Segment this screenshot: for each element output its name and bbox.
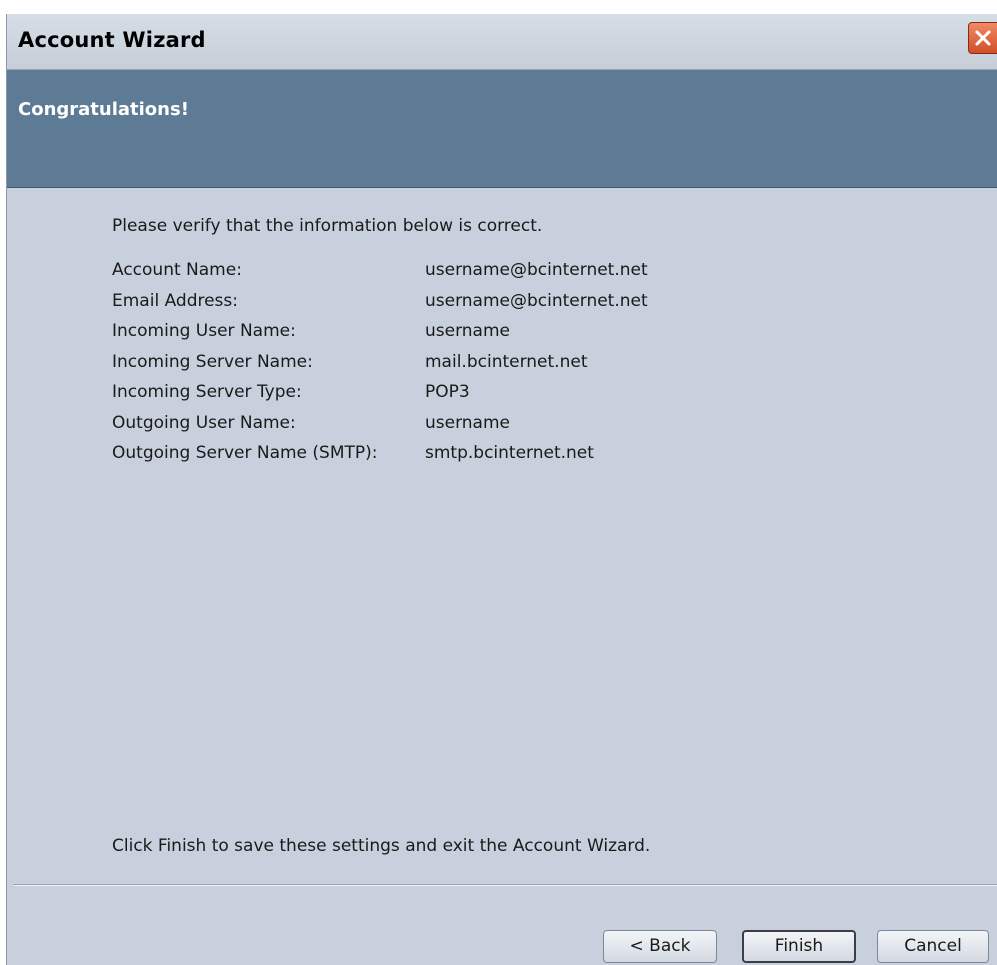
separator-line (14, 884, 997, 886)
close-button[interactable] (968, 22, 997, 54)
account-wizard-window: Account Wizard Congratulations! Please v… (6, 14, 997, 965)
wizard-banner: Congratulations! (7, 70, 997, 188)
title-bar[interactable]: Account Wizard (7, 14, 997, 70)
summary-value: username@bcinternet.net (425, 260, 648, 280)
window-title: Account Wizard (18, 28, 206, 52)
summary-label: Account Name: (112, 260, 242, 280)
summary-value: POP3 (425, 382, 470, 402)
outro-text: Click Finish to save these settings and … (112, 836, 651, 856)
cancel-button[interactable]: Cancel (877, 930, 989, 963)
summary-value: username (425, 412, 510, 433)
banner-title: Congratulations! (18, 99, 189, 120)
summary-value: mail.bcinternet.net (425, 351, 588, 372)
summary-label: Outgoing User Name: (112, 412, 296, 433)
summary-label: Outgoing Server Name (SMTP): (112, 443, 378, 463)
finish-button[interactable]: Finish (742, 930, 856, 963)
wizard-content: Please verify that the information below… (7, 188, 997, 965)
summary-label: Incoming User Name: (112, 321, 296, 341)
summary-label: Email Address: (112, 290, 238, 311)
summary-value: username@bcinternet.net (425, 290, 648, 311)
summary-label: Incoming Server Type: (112, 382, 302, 402)
summary-value: smtp.bcinternet.net (425, 443, 594, 463)
close-icon (975, 30, 991, 46)
summary-label: Incoming Server Name: (112, 351, 313, 372)
back-button[interactable]: < Back (603, 930, 717, 963)
summary-value: username (425, 321, 510, 341)
intro-text: Please verify that the information below… (112, 216, 543, 236)
